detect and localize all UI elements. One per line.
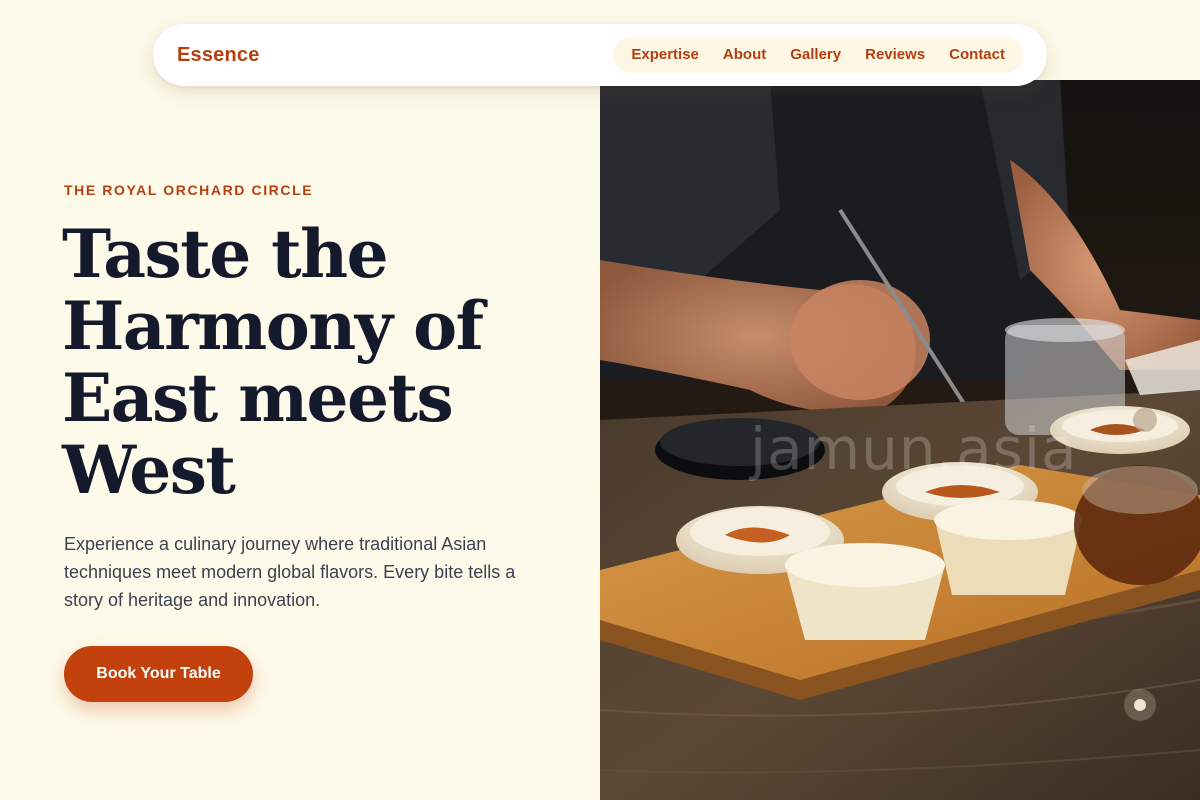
nav-links: Expertise About Gallery Reviews Contact (613, 37, 1023, 73)
nav-link-expertise[interactable]: Expertise (619, 37, 711, 73)
hero-headline: Taste the Harmony of East meets West (62, 218, 582, 506)
headline-line: East meets (62, 359, 454, 437)
book-table-button[interactable]: Book Your Table (64, 646, 253, 702)
headline-line: Harmony of (62, 287, 484, 365)
headline-line: West (62, 431, 236, 509)
page: jamun.asia Essence Expertise About Galle… (0, 0, 1200, 800)
brand-logo[interactable]: Essence (177, 44, 260, 67)
nav-link-gallery[interactable]: Gallery (778, 37, 853, 73)
nav-link-about[interactable]: About (711, 37, 778, 73)
image-watermark: jamun.asia (750, 415, 1078, 483)
hero-description: Experience a culinary journey where trad… (64, 534, 516, 610)
hero-image: jamun.asia (600, 80, 1200, 800)
nav-link-contact[interactable]: Contact (937, 37, 1017, 73)
top-navigation: Essence Expertise About Gallery Reviews … (153, 24, 1047, 86)
headline-line: Taste the (62, 215, 389, 293)
nav-link-reviews[interactable]: Reviews (853, 37, 937, 73)
hero-eyebrow: THE ROYAL ORCHARD CIRCLE (64, 182, 314, 198)
